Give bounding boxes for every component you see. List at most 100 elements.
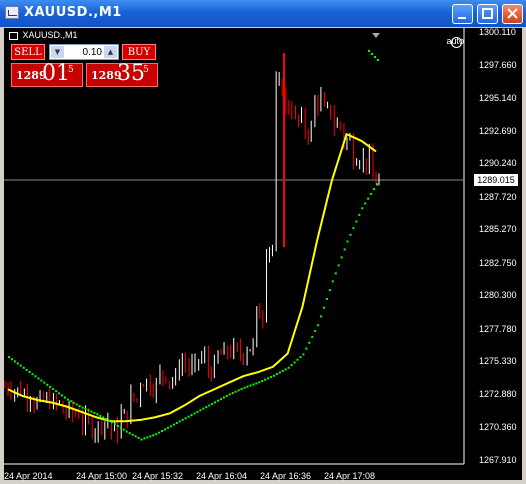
trend-dot (349, 233, 352, 236)
sell-price-box[interactable]: 1289 01 5 (11, 61, 83, 87)
buy-price-fraction: 5 (143, 65, 149, 75)
trend-dot (13, 360, 16, 363)
trend-dot (111, 421, 114, 424)
trend-dot (377, 59, 379, 61)
trend-dot (72, 401, 75, 404)
trend-dot (63, 396, 66, 399)
trend-dot (355, 220, 358, 223)
price-axis-label: 1292.690 (479, 125, 517, 136)
trend-dot (214, 401, 217, 404)
trend-dot (293, 361, 296, 364)
price-axis-label: 1270.360 (479, 422, 517, 433)
trend-dot (161, 430, 164, 433)
trend-dot (237, 389, 240, 392)
trend-dot (302, 353, 305, 356)
trend-dot (317, 324, 320, 327)
trend-dot (246, 385, 249, 388)
trend-dot (52, 388, 55, 391)
lot-decrease-icon[interactable]: ▼ (51, 46, 64, 58)
trend-dot (328, 289, 331, 292)
price-axis-label: 1272.880 (479, 388, 517, 399)
lot-increase-icon[interactable]: ▲ (104, 46, 117, 58)
trend-dot (75, 403, 78, 406)
trend-dot (146, 436, 149, 439)
trend-dot (193, 412, 196, 415)
trend-dot (331, 280, 334, 283)
trend-dot (267, 377, 270, 380)
chart-symbol-label: XAUUSD.,M1 (9, 30, 78, 40)
trend-dot (305, 347, 308, 350)
chart-window-icon (5, 6, 19, 19)
trend-dot (8, 356, 10, 359)
minimize-button[interactable] (452, 4, 473, 24)
trend-dot (28, 371, 31, 374)
trend-dot (113, 423, 116, 426)
sell-price-fraction: 5 (68, 65, 74, 75)
trend-dot (134, 435, 137, 438)
trend-dot (37, 377, 40, 380)
trend-dot (128, 432, 131, 435)
trend-dot (78, 405, 81, 408)
trend-dot (55, 390, 58, 393)
price-axis-label: 1287.720 (479, 191, 517, 202)
trend-dot (19, 364, 22, 367)
price-axis-label: 1277.780 (479, 323, 517, 334)
price-axis-label: 1295.140 (479, 93, 517, 104)
sell-button[interactable]: SELL (11, 44, 45, 60)
trend-dot (290, 364, 293, 367)
autoscroll-icon[interactable] (451, 37, 462, 48)
title-bar[interactable]: XAUUSD.,M1 (0, 0, 526, 27)
trend-dot (217, 399, 220, 402)
maximize-button[interactable] (477, 4, 498, 24)
trend-dot (143, 437, 146, 440)
lot-size-value[interactable]: 0.10 (66, 45, 102, 60)
trend-dot (261, 380, 264, 383)
trend-dot (69, 400, 72, 403)
buy-button[interactable]: BUY (122, 44, 156, 60)
trend-dot (196, 410, 199, 413)
trend-dot (99, 414, 102, 417)
trend-dot (373, 188, 376, 191)
trend-dot (222, 396, 225, 399)
time-axis-label: 24 Apr 16:04 (196, 471, 248, 481)
trend-dot (249, 384, 252, 387)
trend-dot (164, 428, 167, 431)
trend-dot (325, 297, 328, 300)
trend-dot (234, 390, 237, 393)
trend-dot (314, 330, 317, 333)
trend-dot (367, 197, 370, 200)
trend-dot (320, 315, 323, 318)
sell-price-pips: 01 (42, 61, 70, 86)
trend-dot (137, 436, 140, 439)
trend-dot (125, 430, 128, 433)
trend-dot (219, 398, 222, 401)
trend-dot (308, 341, 311, 344)
trend-dot (278, 371, 281, 374)
trend-dot (343, 248, 346, 251)
trend-dot (190, 414, 193, 417)
trend-dot (358, 213, 361, 216)
trend-dot (287, 366, 290, 369)
trend-dot (264, 378, 267, 381)
trend-dot (281, 369, 284, 372)
price-axis-label: 1282.750 (479, 257, 517, 268)
trend-dot (323, 306, 326, 309)
trend-dot (199, 409, 202, 412)
trend-dot (90, 410, 93, 413)
trend-dot (181, 418, 184, 421)
price-chart[interactable]: XAUUSD.,M1 auto SELL ▼ 0.10 ▲ BUY 1289 0… (4, 27, 522, 481)
trend-dot (299, 356, 302, 359)
close-button[interactable] (502, 4, 523, 24)
trend-dot (43, 381, 46, 384)
trend-dot (187, 415, 190, 418)
trend-dot (364, 202, 367, 205)
time-axis-label: 24 Apr 2014 (4, 471, 53, 481)
trend-dot (10, 358, 13, 361)
chart-canvas[interactable] (4, 28, 522, 480)
lot-size-field[interactable]: ▼ 0.10 ▲ (49, 44, 119, 60)
trend-dot (96, 413, 99, 416)
trend-dot (376, 183, 378, 186)
trend-dot (84, 407, 87, 410)
trend-dot (272, 374, 275, 377)
buy-price-box[interactable]: 1289 35 5 (86, 61, 158, 87)
